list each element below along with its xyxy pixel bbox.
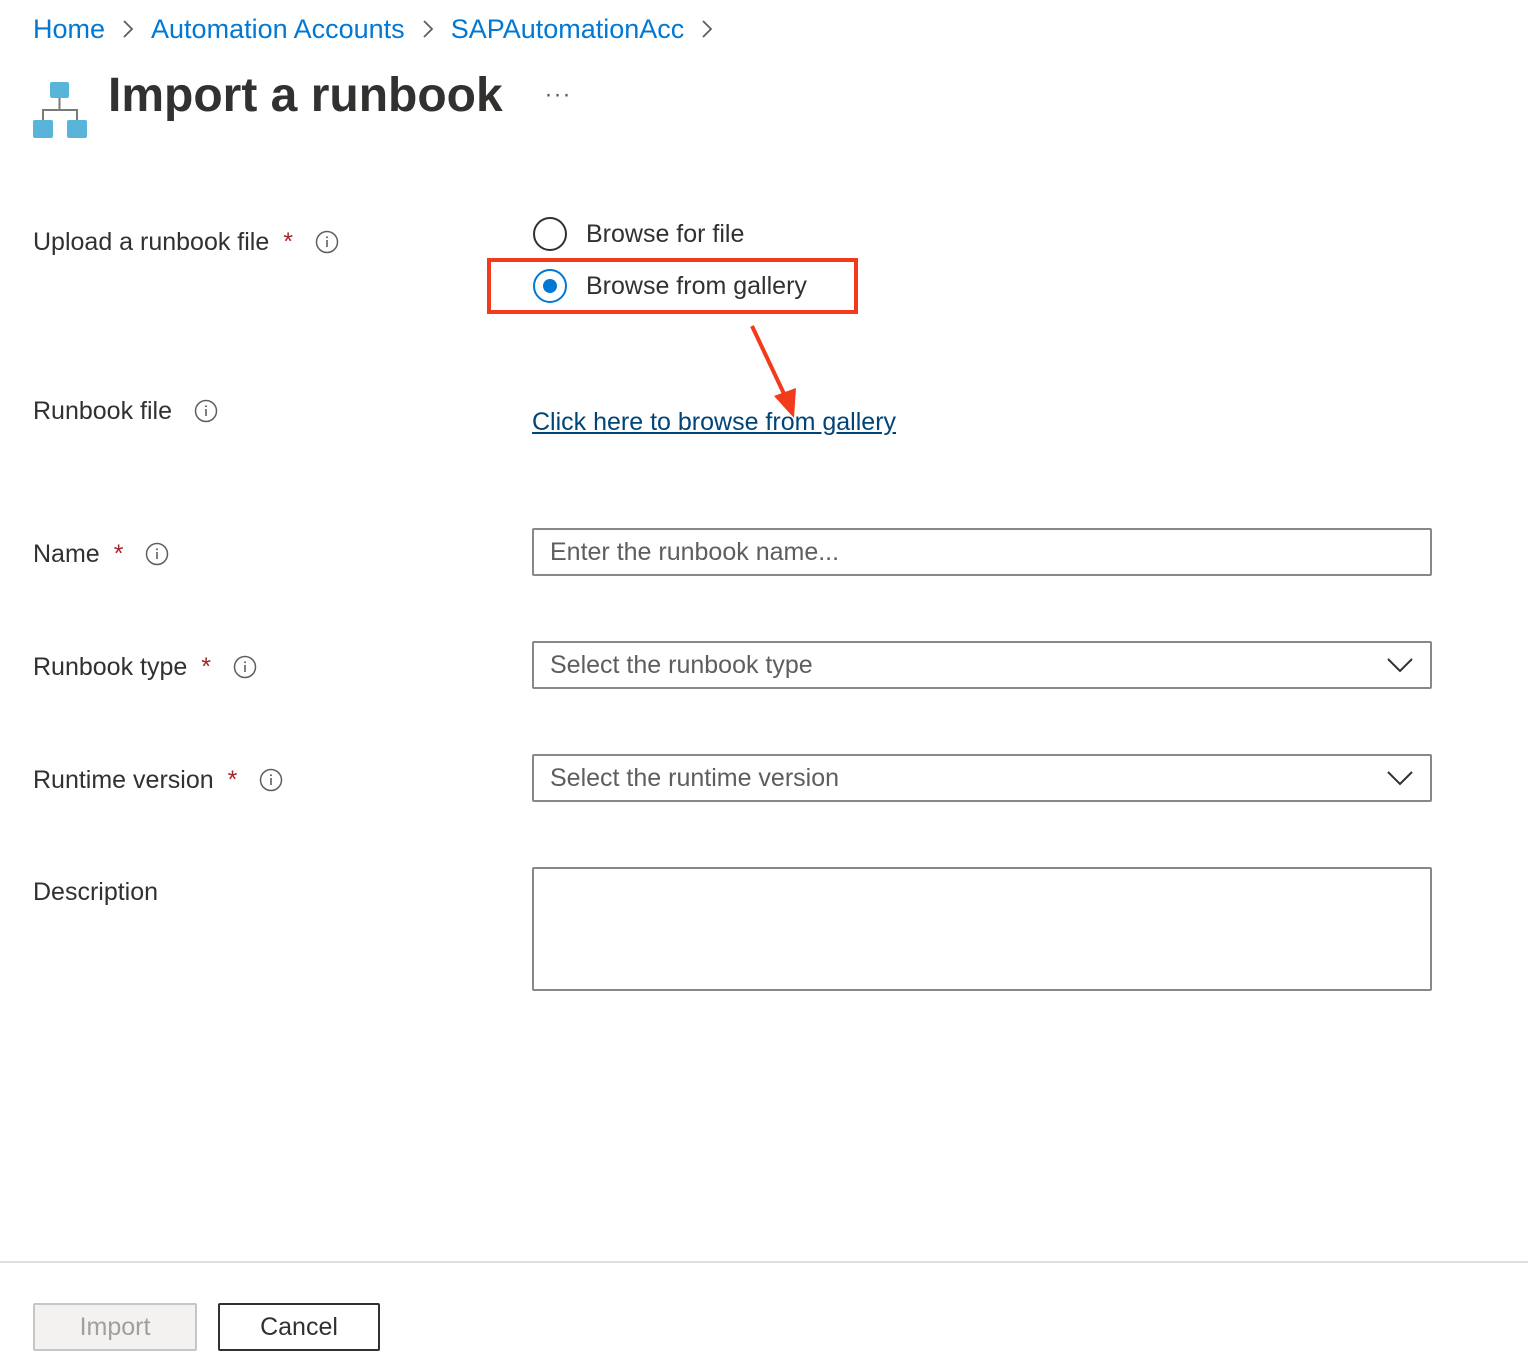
breadcrumb: Home Automation Accounts SAPAutomationAc… — [33, 12, 730, 46]
required-marker: * — [113, 539, 124, 568]
runtime-version-placeholder: Select the runtime version — [550, 764, 840, 792]
info-icon[interactable] — [315, 230, 339, 254]
info-icon[interactable] — [259, 768, 283, 792]
chevron-right-icon — [692, 14, 722, 44]
chevron-down-icon — [1387, 771, 1413, 786]
breadcrumb-automation-accounts[interactable]: Automation Accounts — [151, 14, 405, 45]
footer-divider — [0, 1261, 1528, 1263]
page-title: Import a runbook — [108, 69, 503, 122]
name-label-text: Name — [33, 539, 100, 568]
info-icon[interactable] — [145, 542, 169, 566]
description-label-text: Description — [33, 877, 159, 906]
description-field — [532, 867, 1432, 991]
upload-runbook-label-text: Upload a runbook file — [33, 227, 270, 256]
radio-button[interactable] — [533, 217, 567, 251]
more-options-button[interactable]: ··· — [540, 80, 576, 112]
radio-browse-for-file[interactable]: Browse for file — [533, 214, 744, 254]
chevron-right-icon — [113, 14, 143, 44]
upload-runbook-label: Upload a runbook file * — [33, 224, 339, 260]
chevron-down-icon — [1387, 658, 1413, 673]
runtime-version-label-text: Runtime version — [33, 765, 214, 794]
required-marker: * — [227, 765, 238, 794]
description-label: Description — [33, 874, 158, 910]
name-input[interactable] — [534, 530, 1430, 574]
import-button[interactable]: Import — [33, 1303, 197, 1351]
breadcrumb-sap-automation-acc[interactable]: SAPAutomationAcc — [451, 14, 685, 45]
info-icon[interactable] — [233, 655, 257, 679]
breadcrumb-home[interactable]: Home — [33, 14, 105, 45]
browse-gallery-link[interactable]: Click here to browse from gallery — [532, 408, 896, 437]
runbook-type-dropdown[interactable]: Select the runbook type — [532, 641, 1432, 689]
runtime-version-label: Runtime version * — [33, 762, 283, 798]
runbook-file-label-text: Runbook file — [33, 396, 172, 425]
info-icon[interactable] — [194, 399, 218, 423]
required-marker: * — [283, 227, 294, 256]
required-marker: * — [201, 652, 212, 681]
description-textarea[interactable] — [534, 869, 1430, 989]
runbook-type-label: Runbook type * — [33, 649, 257, 685]
runbook-hierarchy-icon — [33, 82, 87, 140]
name-field — [532, 528, 1432, 576]
name-label: Name * — [33, 536, 169, 572]
radio-label: Browse for file — [586, 219, 745, 248]
runbook-file-label: Runbook file — [33, 393, 218, 429]
runbook-type-label-text: Runbook type — [33, 652, 188, 681]
cancel-button[interactable]: Cancel — [218, 1303, 380, 1351]
runbook-type-placeholder: Select the runbook type — [550, 651, 813, 679]
chevron-right-icon — [413, 14, 443, 44]
annotation-highlight-box — [487, 258, 858, 314]
runtime-version-dropdown[interactable]: Select the runtime version — [532, 754, 1432, 802]
